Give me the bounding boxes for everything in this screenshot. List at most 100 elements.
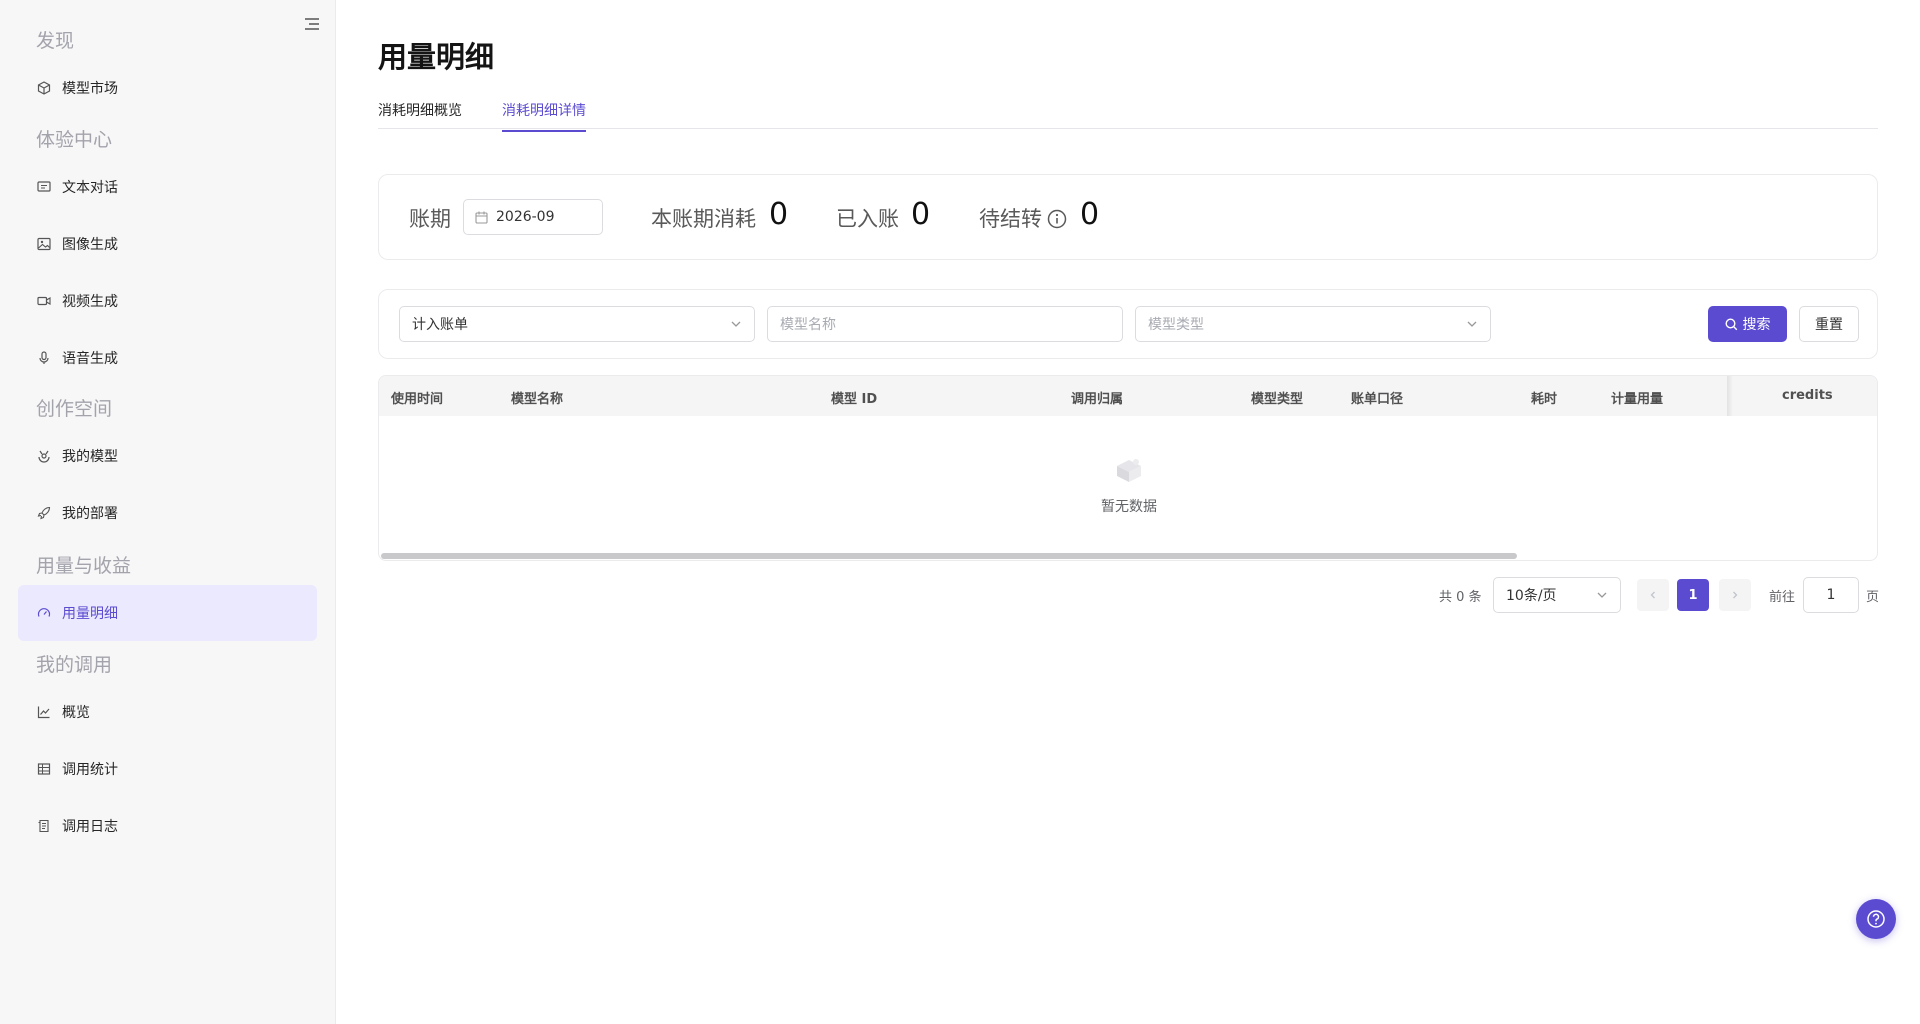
page-size-select[interactable]: 10条/页 <box>1493 577 1621 613</box>
tab-consumption-overview[interactable]: 消耗明细概览 <box>378 100 462 130</box>
help-button[interactable] <box>1856 899 1896 939</box>
next-page-button[interactable] <box>1719 579 1751 611</box>
line-chart-icon <box>36 704 52 720</box>
page-number-button[interactable]: 1 <box>1677 579 1709 611</box>
sidebar-item-label: 文本对话 <box>62 180 118 196</box>
horizontal-scrollbar[interactable] <box>381 553 1517 559</box>
chevron-right-icon <box>1733 591 1738 599</box>
col-metered-usage: 计量用量 <box>1611 392 1664 407</box>
col-model-type: 模型类型 <box>1251 392 1304 407</box>
page-unit-label: 页 <box>1866 590 1880 605</box>
main-content: 用量明细 消耗明细概览 消耗明细详情 账期 2026-09 本账期消耗 0 已入… <box>336 0 1920 1024</box>
cube-icon <box>36 80 52 96</box>
question-icon <box>1867 910 1885 928</box>
chevron-down-icon <box>1597 592 1607 598</box>
video-icon <box>36 293 52 309</box>
pending-value: 0 <box>1080 197 1100 232</box>
model-type-select[interactable]: 模型类型 <box>1135 306 1491 342</box>
rocket-icon <box>36 505 52 521</box>
sidebar-item-call-stats[interactable]: 调用统计 <box>18 741 317 797</box>
search-button-label: 搜索 <box>1742 317 1771 333</box>
gauge-icon <box>36 605 52 621</box>
model-name-input[interactable]: 模型名称 <box>767 306 1123 342</box>
sidebar-item-call-logs[interactable]: 调用日志 <box>18 798 317 854</box>
table-icon <box>36 761 52 777</box>
table-header: 使用时间 模型名称 模型 ID 调用归属 模型类型 账单口径 耗时 计量用量 c… <box>379 376 1877 416</box>
group-title-experience: 体验中心 <box>36 129 113 151</box>
sidebar-item-video-gen[interactable]: 视频生成 <box>18 273 317 329</box>
empty-box-icon <box>1117 459 1141 482</box>
sidebar-item-model-market[interactable]: 模型市场 <box>18 60 317 116</box>
col-model-name: 模型名称 <box>511 392 564 407</box>
posted-label: 已入账 <box>836 207 899 231</box>
chevron-down-icon <box>1467 321 1477 327</box>
group-title-usage: 用量与收益 <box>36 555 132 577</box>
sidebar-item-image-gen[interactable]: 图像生成 <box>18 216 317 272</box>
sidebar-item-voice-gen[interactable]: 语音生成 <box>18 330 317 386</box>
model-name-placeholder: 模型名称 <box>780 317 836 333</box>
model-type-placeholder: 模型类型 <box>1148 317 1204 333</box>
period-value: 2026-09 <box>496 209 555 225</box>
log-icon <box>36 818 52 834</box>
col-call-owner: 调用归属 <box>1071 392 1124 407</box>
sidebar-item-label: 我的模型 <box>62 449 118 465</box>
info-icon[interactable] <box>1047 209 1067 233</box>
group-title-my-calls: 我的调用 <box>36 654 113 676</box>
empty-text: 暂无数据 <box>1101 499 1157 515</box>
bill-scope-select[interactable]: 计入账单 <box>399 306 755 342</box>
period-date-picker[interactable]: 2026-09 <box>463 199 603 235</box>
image-icon <box>36 236 52 252</box>
col-duration: 耗时 <box>1531 392 1558 407</box>
period-label: 账期 <box>409 207 451 231</box>
model-icon <box>36 448 52 464</box>
col-bill-scope: 账单口径 <box>1351 392 1404 407</box>
microphone-icon <box>36 350 52 366</box>
page-title: 用量明细 <box>378 40 495 74</box>
pending-label: 待结转 <box>979 207 1042 231</box>
prev-page-button[interactable] <box>1637 579 1669 611</box>
sidebar-item-overview[interactable]: 概览 <box>18 684 317 740</box>
sidebar-item-label: 调用日志 <box>62 819 118 835</box>
pagination: 共 0 条 10条/页 1 前往 1 页 <box>336 577 1880 613</box>
total-count: 共 0 条 <box>1439 590 1482 605</box>
sidebar-item-my-models[interactable]: 我的模型 <box>18 428 317 484</box>
tab-consumption-details[interactable]: 消耗明细详情 <box>502 100 586 132</box>
sidebar-item-label: 图像生成 <box>62 237 118 253</box>
consumption-value: 0 <box>769 197 789 232</box>
empty-state: 暂无数据 <box>379 456 1877 516</box>
sidebar: 发现 模型市场 体验中心 文本对话 图像生成 视频生成 语音生成 创作空间 我的… <box>0 0 336 1024</box>
group-title-discover: 发现 <box>36 30 75 52</box>
sidebar-item-label: 视频生成 <box>62 294 118 310</box>
filter-bar: 计入账单 模型名称 模型类型 搜索 重置 <box>378 289 1878 359</box>
page-size-value: 10条/页 <box>1506 588 1557 604</box>
sidebar-item-label: 概览 <box>62 705 90 721</box>
search-button[interactable]: 搜索 <box>1708 306 1787 342</box>
chevron-left-icon <box>1650 591 1655 599</box>
sidebar-item-label: 用量明细 <box>62 606 118 622</box>
chat-icon <box>36 179 52 195</box>
goto-label: 前往 <box>1769 590 1796 605</box>
col-model-id: 模型 ID <box>831 392 878 407</box>
consumption-label: 本账期消耗 <box>651 207 756 231</box>
reset-button[interactable]: 重置 <box>1799 306 1859 342</box>
tab-bar: 消耗明细概览 消耗明细详情 <box>378 96 1878 132</box>
sidebar-item-label: 我的部署 <box>62 506 118 522</box>
col-usage-time: 使用时间 <box>391 392 444 407</box>
group-title-creation: 创作空间 <box>36 398 113 420</box>
col-credits: credits <box>1782 388 1833 403</box>
bill-scope-value: 计入账单 <box>412 317 468 333</box>
sidebar-item-my-deployments[interactable]: 我的部署 <box>18 485 317 541</box>
sidebar-item-usage-details[interactable]: 用量明细 <box>18 585 317 641</box>
menu-collapse-icon[interactable] <box>300 14 324 34</box>
goto-page-input[interactable]: 1 <box>1803 577 1859 613</box>
sidebar-item-text-chat[interactable]: 文本对话 <box>18 159 317 215</box>
billing-summary-card: 账期 2026-09 本账期消耗 0 已入账 0 待结转 0 <box>378 174 1878 260</box>
chevron-down-icon <box>731 321 741 327</box>
search-icon <box>1724 317 1737 330</box>
sidebar-item-label: 调用统计 <box>62 762 118 778</box>
usage-table: 使用时间 模型名称 模型 ID 调用归属 模型类型 账单口径 耗时 计量用量 c… <box>378 375 1878 561</box>
fixed-column-shadow <box>1727 376 1733 416</box>
calendar-icon <box>475 211 488 224</box>
posted-value: 0 <box>911 197 931 232</box>
sidebar-item-label: 语音生成 <box>62 351 118 367</box>
